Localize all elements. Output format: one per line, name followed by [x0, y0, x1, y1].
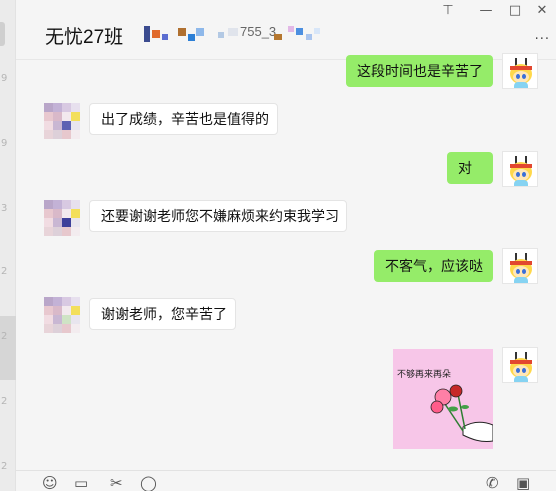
sticker-text: 不够再来再朵 — [397, 370, 452, 380]
close-icon[interactable]: ✕ — [532, 3, 552, 18]
self-avatar[interactable] — [502, 248, 538, 284]
sticker-message[interactable]: 不够再来再朵 — [393, 349, 493, 449]
contact-avatar[interactable] — [44, 103, 80, 139]
selected-conversation[interactable] — [0, 316, 16, 380]
message-bubble-contact[interactable]: 出了成绩，辛苦也是值得的 — [89, 103, 278, 135]
chat-icon[interactable]: ◯ — [140, 474, 157, 491]
conversation-avatar-edge[interactable] — [0, 22, 5, 46]
minimize-icon[interactable]: — — [476, 3, 496, 18]
video-icon[interactable]: ▣ — [516, 474, 530, 491]
maximize-icon[interactable]: □ — [505, 3, 525, 18]
pin-icon[interactable]: ⊤ — [438, 3, 458, 18]
message-bubble-self[interactable]: 对 — [447, 152, 493, 184]
folder-icon[interactable]: ▭ — [74, 474, 88, 491]
self-avatar[interactable] — [502, 151, 538, 187]
list-item-time: 2 — [1, 266, 8, 277]
message-bubble-self[interactable]: 不客气，应该哒 — [374, 250, 493, 282]
message-bubble-self[interactable]: 这段时间也是辛苦了 — [346, 55, 493, 87]
self-avatar[interactable] — [502, 53, 538, 89]
title-mosaic-text: 755_3 — [240, 24, 277, 39]
list-item-time: 2 — [1, 331, 8, 342]
rose-illustration — [430, 384, 493, 442]
self-avatar[interactable] — [502, 347, 538, 383]
phone-icon[interactable]: ✆ — [486, 474, 499, 491]
message-bubble-contact[interactable]: 还要谢谢老师您不嫌麻烦来约束我学习 — [89, 200, 347, 232]
conversation-list-edge[interactable]: 9 9 3 2 2 2 2 — [0, 0, 16, 491]
chat-title[interactable]: 无忧27班 — [45, 22, 123, 49]
more-icon[interactable]: ··· — [535, 32, 550, 47]
chat-window: 9 9 3 2 2 2 2 无忧27班 755_3 ⊤ — □ ✕ ··· 这段… — [0, 0, 556, 491]
message-bubble-contact[interactable]: 谢谢老师，您辛苦了 — [89, 298, 236, 330]
list-item-time: 2 — [1, 396, 8, 407]
list-item-time: 9 — [1, 138, 8, 149]
list-item-time: 3 — [1, 203, 8, 214]
title-redaction-mosaic: 755_3 — [144, 24, 324, 46]
list-item-time: 9 — [1, 73, 8, 84]
emoji-icon[interactable]: ☺ — [42, 474, 58, 491]
chat-header: 无忧27班 755_3 ⊤ — □ ✕ ··· — [16, 0, 556, 60]
list-item-time: 2 — [1, 461, 8, 472]
contact-avatar[interactable] — [44, 297, 80, 333]
contact-avatar[interactable] — [44, 200, 80, 236]
scissors-icon[interactable]: ✂ — [110, 474, 123, 491]
input-toolbar: ☺ ▭ ✂ ◯ ✆ ▣ — [16, 470, 556, 491]
